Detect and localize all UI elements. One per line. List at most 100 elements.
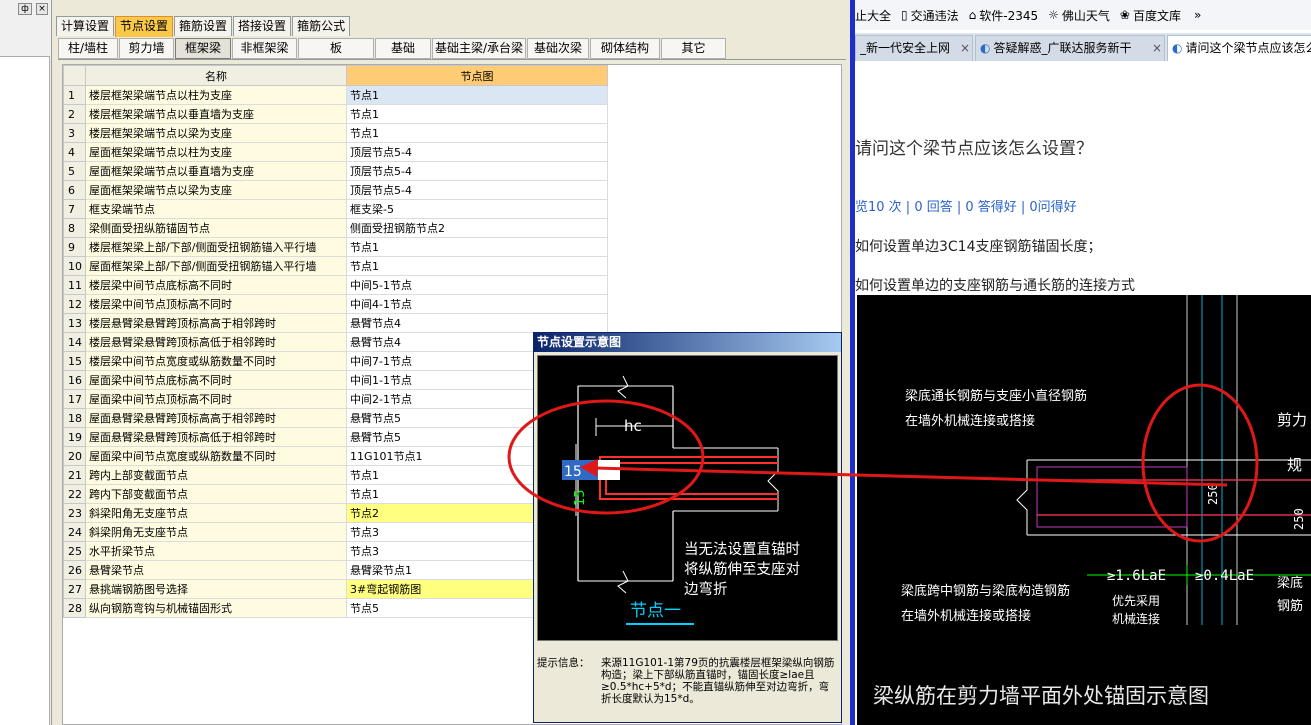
close-tab-icon[interactable]: × bbox=[958, 36, 972, 61]
table-row[interactable]: 24 斜梁阴角无支座节点 节点3 bbox=[63, 522, 608, 542]
hook-length-label: 15 bbox=[573, 489, 588, 506]
browser-tab-title: 请问这个梁节点应该怎么 bbox=[1185, 41, 1311, 55]
row-node-value[interactable]: 节点1 bbox=[346, 85, 608, 105]
row-name: 框支梁端节点 bbox=[85, 199, 347, 219]
row-node-value[interactable]: 框支梁-5 bbox=[346, 199, 608, 219]
table-row[interactable]: 16 屋面梁中间节点底标高不同时 中间1-1节点 bbox=[63, 370, 608, 390]
sub-tab-2[interactable]: 框架梁 bbox=[175, 38, 231, 59]
table-row[interactable]: 10 屋面框架梁上部/下部/侧面受扭钢筋锚入平行墙 节点1 bbox=[63, 256, 608, 276]
page-icon: ▯ bbox=[901, 8, 908, 22]
table-row[interactable]: 13 楼层悬臂梁悬臂跨顶标高高于相邻跨时 悬臂节点4 bbox=[63, 313, 608, 333]
table-row[interactable]: 2 楼层框架梁端节点以垂直墙为支座 节点1 bbox=[63, 104, 608, 124]
row-node-value[interactable]: 中间5-1节点 bbox=[346, 275, 608, 295]
table-row[interactable]: 25 水平折梁节点 节点3 bbox=[63, 541, 608, 561]
main-tab-0[interactable]: 计算设置 bbox=[56, 16, 115, 36]
table-row[interactable]: 3 楼层框架梁端节点以梁为支座 节点1 bbox=[63, 123, 608, 143]
table-row[interactable]: 11 楼层梁中间节点底标高不同时 中间5-1节点 bbox=[63, 275, 608, 295]
hint-text: 来源11G101-1第79页的抗震楼层框架梁纵向钢筋构造；梁上下部纵筋直锚时，锚… bbox=[601, 657, 835, 705]
table-row[interactable]: 23 斜梁阳角无支座节点 节点2 bbox=[63, 503, 608, 523]
row-index: 24 bbox=[63, 522, 86, 542]
row-node-value[interactable]: 悬臂节点4 bbox=[346, 313, 608, 333]
row-name: 屋面悬臂梁悬臂跨顶标高高于相邻跨时 bbox=[85, 408, 347, 428]
sub-tab-9[interactable]: 其它 bbox=[661, 38, 726, 59]
table-row[interactable]: 17 屋面梁中间节点顶标高不同时 中间2-1节点 bbox=[63, 389, 608, 409]
row-node-value[interactable]: 节点1 bbox=[346, 104, 608, 124]
row-name: 悬臂梁节点 bbox=[85, 560, 347, 580]
row-node-value[interactable]: 中间4-1节点 bbox=[346, 294, 608, 314]
row-index: 7 bbox=[63, 199, 86, 219]
sub-tab-7[interactable]: 基础次梁 bbox=[527, 38, 589, 59]
bookmark-2[interactable]: ⌂ 软件-2345 bbox=[969, 7, 1039, 24]
bookmark-1[interactable]: ▯ 交通违法 bbox=[901, 7, 959, 24]
table-row[interactable]: 14 楼层悬臂梁悬臂跨顶标高低于相邻跨时 悬臂节点4 bbox=[63, 332, 608, 352]
house-icon: ⌂ bbox=[968, 8, 977, 22]
bookmark-3[interactable]: ☼ 佛山天气 bbox=[1048, 7, 1110, 24]
question-stats[interactable]: 览10 次 | 0 回答 | 0 答得好 | 0问得好 bbox=[855, 196, 1077, 215]
table-row[interactable]: 4 屋面框架梁端节点以柱为支座 顶层节点5-4 bbox=[63, 142, 608, 162]
cad-caption: 梁纵筋在剪力墙平面外处锚固示意图 bbox=[873, 684, 1209, 708]
sub-tab-3[interactable]: 非框架梁 bbox=[232, 38, 297, 59]
row-node-value[interactable]: 节点1 bbox=[346, 237, 608, 257]
pin-icon[interactable]: ф bbox=[18, 3, 32, 15]
row-index: 20 bbox=[63, 446, 86, 466]
row-index: 28 bbox=[63, 598, 86, 618]
row-index: 26 bbox=[63, 560, 86, 580]
settings-table: 名称 节点图 1 楼层框架梁端节点以柱为支座 节点1 2 楼层框架梁端节点以垂直墙为支座… bbox=[63, 65, 608, 618]
browser-tab-0[interactable]: _新一代安全上网 × bbox=[855, 35, 973, 61]
row-node-value[interactable]: 节点1 bbox=[346, 123, 608, 143]
sub-tab-5[interactable]: 基础 bbox=[375, 38, 431, 59]
table-row[interactable]: 18 屋面悬臂梁悬臂跨顶标高高于相邻跨时 悬臂节点5 bbox=[63, 408, 608, 428]
browser-tab-1[interactable]: ◐ 答疑解惑_广联达服务新干 × bbox=[975, 35, 1165, 61]
row-node-value[interactable]: 顶层节点5-4 bbox=[346, 142, 608, 162]
row-node-value[interactable]: 节点1 bbox=[346, 256, 608, 276]
table-row[interactable]: 19 屋面悬臂梁悬臂跨顶标高低于相邻跨时 悬臂节点5 bbox=[63, 427, 608, 447]
bookmarks-bar: 止大全 ▯ 交通违法 ⌂ 软件-2345 ☼ 佛山天气 ❀ 百度文库 » bbox=[855, 0, 1311, 30]
table-row[interactable]: 12 楼层梁中间节点顶标高不同时 中间4-1节点 bbox=[63, 294, 608, 314]
sub-tab-4[interactable]: 板 bbox=[298, 38, 374, 59]
row-node-value[interactable]: 侧面受扭钢筋节点2 bbox=[346, 218, 608, 238]
row-node-value[interactable]: 顶层节点5-4 bbox=[346, 180, 608, 200]
sub-tab-0[interactable]: 柱/墙柱 bbox=[58, 38, 118, 59]
question-line-2: 如何设置单边的支座钢筋与通长筋的连接方式 bbox=[855, 278, 1135, 294]
table-row[interactable]: 6 屋面框架梁端节点以梁为支座 顶层节点5-4 bbox=[63, 180, 608, 200]
table-row[interactable]: 21 跨内上部变截面节点 节点1 bbox=[63, 465, 608, 485]
sub-tab-bar: 柱/墙柱 剪力墙 框架梁 非框架梁板基础 基础主梁/承台梁 基础次梁 砌体结构 其它 bbox=[58, 38, 846, 60]
dock-pane bbox=[0, 56, 50, 725]
main-tab-3[interactable]: 搭接设置 bbox=[233, 16, 292, 36]
bookmark-0[interactable]: 止大全 bbox=[855, 7, 891, 24]
sub-tab-6[interactable]: 基础主梁/承台梁 bbox=[432, 38, 526, 59]
row-node-value[interactable]: 顶层节点5-4 bbox=[346, 161, 608, 181]
cad-label-right-2: 梁底 bbox=[1277, 575, 1303, 591]
table-row[interactable]: 7 框支梁端节点 框支梁-5 bbox=[63, 199, 608, 219]
table-row[interactable]: 9 楼层框架梁上部/下部/侧面受扭钢筋锚入平行墙 节点1 bbox=[63, 237, 608, 257]
sub-tab-8[interactable]: 砌体结构 bbox=[590, 38, 660, 59]
browser-tab-2[interactable]: ◐ 请问这个梁节点应该怎么 bbox=[1167, 35, 1311, 61]
table-row[interactable]: 27 悬挑端钢筋图号选择 3#弯起钢筋图 bbox=[63, 579, 608, 599]
row-index: 22 bbox=[63, 484, 86, 504]
row-name: 楼层梁中间节点宽度或纵筋数量不同时 bbox=[85, 351, 347, 371]
table-row[interactable]: 8 梁侧面受扭纵筋锚固节点 侧面受扭钢筋节点2 bbox=[63, 218, 608, 238]
table-row[interactable]: 26 悬臂梁节点 悬臂梁节点1 bbox=[63, 560, 608, 580]
hint-label: 提示信息： bbox=[537, 657, 590, 669]
bookmark-5[interactable]: » bbox=[1191, 8, 1201, 22]
browser-tab-title: 答疑解惑_广联达服务新干 bbox=[993, 41, 1132, 55]
row-index: 27 bbox=[63, 579, 86, 599]
top-rebar bbox=[599, 456, 778, 481]
beam-hatch-box bbox=[1036, 466, 1188, 528]
table-row[interactable]: 22 跨内下部变截面节点 节点1 bbox=[63, 484, 608, 504]
beam-break-symbol bbox=[1016, 460, 1028, 535]
main-tab-4[interactable]: 箍筋公式 bbox=[292, 16, 351, 36]
table-row[interactable]: 5 屋面框架梁端节点以垂直墙为支座 顶层节点5-4 bbox=[63, 161, 608, 181]
row-name: 屋面悬臂梁悬臂跨顶标高低于相邻跨时 bbox=[85, 427, 347, 447]
table-row[interactable]: 1 楼层框架梁端节点以柱为支座 节点1 bbox=[63, 85, 608, 105]
table-row[interactable]: 20 屋面梁中间节点宽度或纵筋数量不同时 11G101节点1 bbox=[63, 446, 608, 466]
close-tab-icon[interactable]: × bbox=[1150, 36, 1164, 61]
close-icon[interactable]: × bbox=[36, 3, 48, 15]
row-index: 15 bbox=[63, 351, 86, 371]
table-row[interactable]: 28 纵向钢筋弯钩与机械锚固形式 节点5 bbox=[63, 598, 608, 618]
bookmark-4[interactable]: ❀ 百度文库 bbox=[1120, 7, 1181, 24]
main-tab-1[interactable]: 节点设置 bbox=[115, 16, 174, 37]
sub-tab-1[interactable]: 剪力墙 bbox=[119, 38, 174, 59]
table-row[interactable]: 15 楼层梁中间节点宽度或纵筋数量不同时 中间7-1节点 bbox=[63, 351, 608, 371]
main-tab-2[interactable]: 箍筋设置 bbox=[174, 16, 233, 36]
